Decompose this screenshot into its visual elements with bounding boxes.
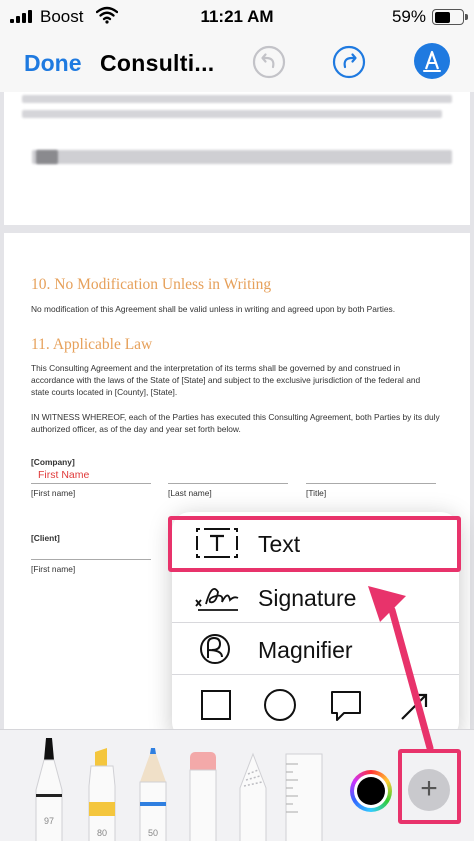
signature-line [31,483,151,484]
highlight-add-button [398,749,461,824]
witness-paragraph: IN WITNESS WHEREOF, each of the Parties … [31,412,440,434]
client-label: [Client] [31,533,60,543]
status-bar: Boost 11:21 AM 59% [0,0,474,34]
pencil-width-label: 50 [147,828,158,838]
redo-icon[interactable] [331,44,367,80]
first-name-label: [First name] [31,488,76,498]
markup-pen-icon[interactable] [413,42,451,80]
pen-width-label: 97 [43,816,54,826]
last-name-label: [Last name] [168,488,212,498]
menu-item-label: Signature [258,585,357,611]
navigation-bar: Done Consulti... [0,34,474,92]
battery-percentage: 59% [391,7,426,26]
highlighter-width-label: 80 [96,828,107,838]
redacted-text [22,110,442,118]
first-name-text-field[interactable]: First Name [38,469,89,481]
battery-level [434,11,451,23]
section-body-10: No modification of this Agreement shall … [31,304,396,314]
document-page-previous [4,92,470,225]
menu-item-label: Magnifier [258,637,353,663]
redacted-text [22,95,452,103]
done-button[interactable]: Done [24,50,82,77]
shape-picker [172,675,459,737]
lasso-tool-icon[interactable] [236,730,270,841]
section-heading-11: 11. Applicable Law [31,336,153,353]
selected-color-swatch [357,777,385,805]
signature-line [31,559,151,560]
section-heading-10: 10. No Modification Unless in Writing [31,276,272,293]
signature-line [168,483,288,484]
menu-item-signature[interactable]: Signature [172,571,459,623]
arrow-shape-icon[interactable] [396,687,432,723]
signature-icon [195,588,239,611]
battery-icon [432,9,468,25]
undo-icon[interactable] [251,44,287,80]
pencil-tool-icon[interactable] [136,730,170,841]
highlighter-tool-icon[interactable] [85,730,119,841]
circle-shape-icon[interactable] [262,687,298,723]
title-label: [Title] [306,488,327,498]
eraser-tool-icon[interactable] [186,730,220,841]
magnifier-icon [200,634,230,664]
square-shape-icon[interactable] [198,687,234,723]
speech-bubble-shape-icon[interactable] [328,687,364,723]
redacted-text [36,150,58,164]
ruler-tool-icon[interactable] [284,730,324,841]
client-first-name-label: [First name] [31,564,76,574]
company-label: [Company] [31,457,75,467]
section-body-11: This Consulting Agreement and the interp… [31,363,421,397]
menu-item-magnifier[interactable]: Magnifier [172,623,459,675]
redacted-text [32,150,452,164]
signature-line [306,483,436,484]
document-title: Consulti... [100,50,215,76]
highlight-text-option [168,516,461,572]
color-picker-button[interactable] [350,770,392,812]
